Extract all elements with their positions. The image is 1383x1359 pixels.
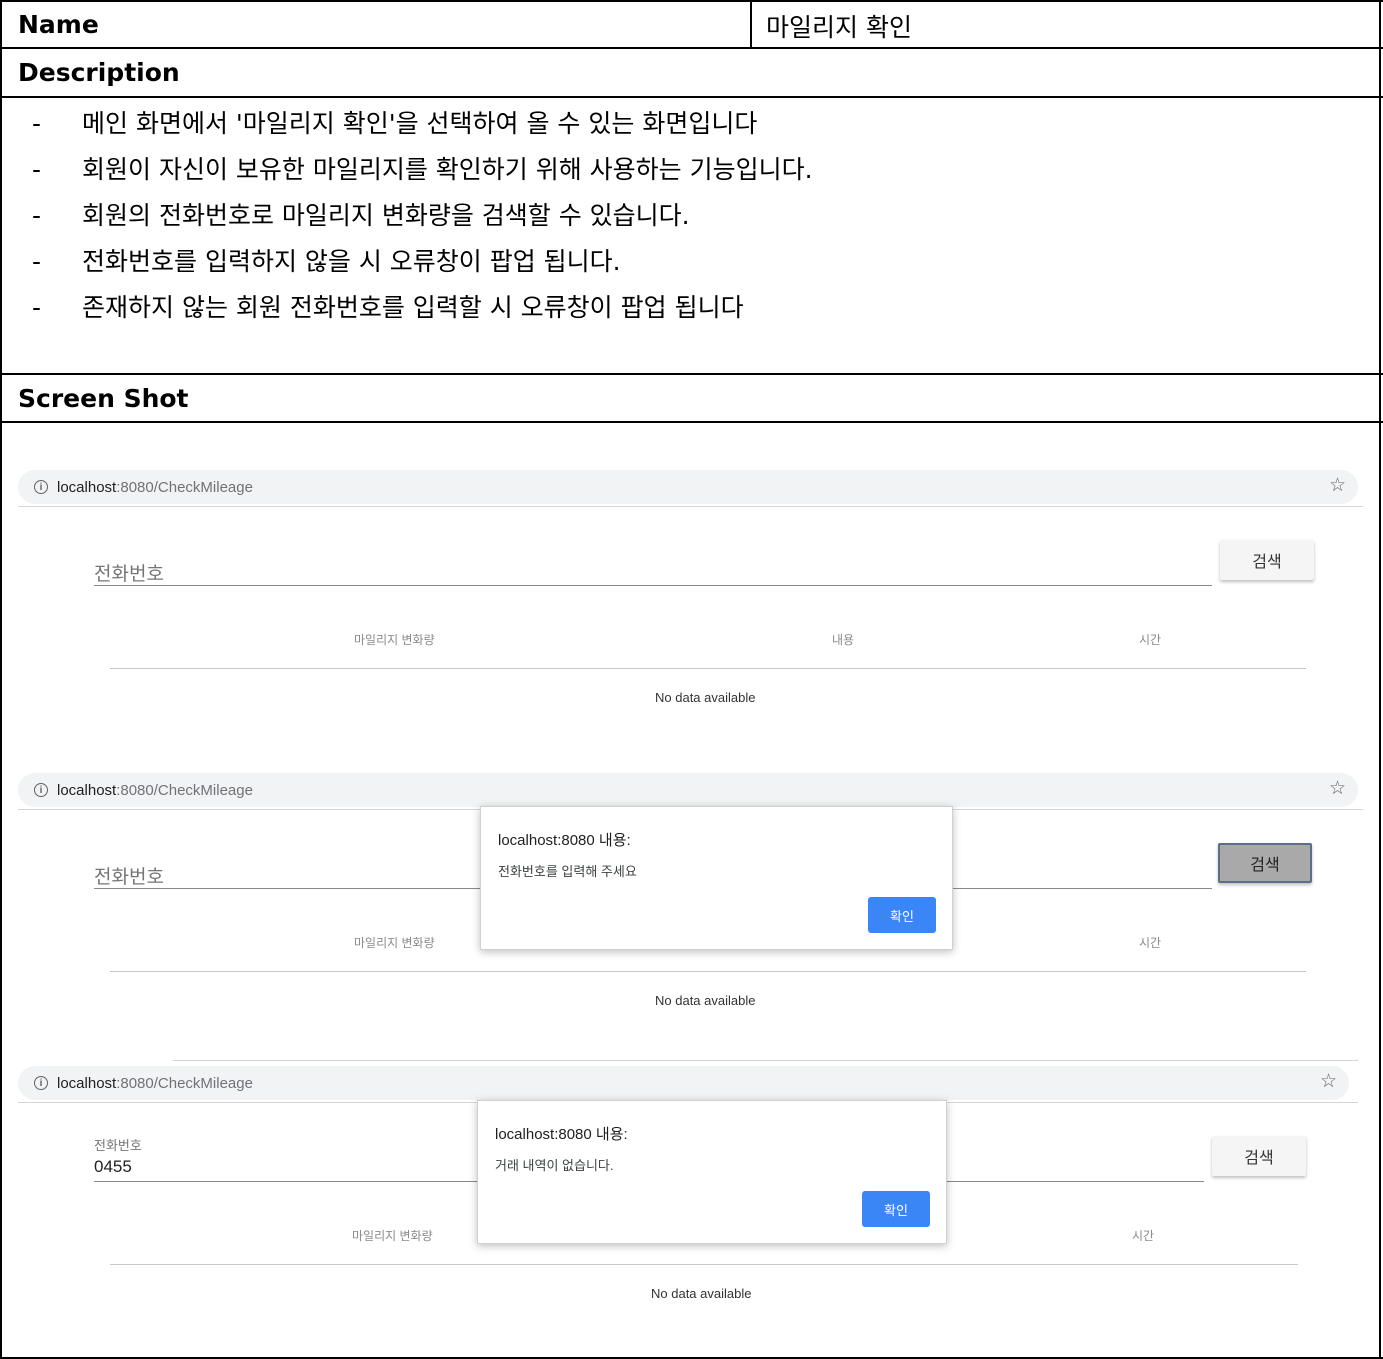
column-header-mileage-change[interactable]: 마일리지 변화량 <box>354 934 435 951</box>
url-host: localhost <box>57 781 117 799</box>
browser-separator <box>18 506 1363 507</box>
bullet-dash: - <box>32 247 42 276</box>
alert-title: localhost:8080 내용: <box>498 832 631 849</box>
url-path: :8080/CheckMileage <box>116 478 253 496</box>
screenshot-no-history-error: i localhost:8080/CheckMileage ☆ 전화번호 045… <box>18 1060 1363 1320</box>
alert-ok-button[interactable]: 확인 <box>868 897 936 933</box>
info-icon[interactable]: i <box>34 480 48 494</box>
phone-input-value[interactable]: 0455 <box>94 1157 132 1177</box>
phone-input-label: 전화번호 <box>94 564 164 585</box>
url-path: :8080/CheckMileage <box>116 781 253 799</box>
table-header-divider <box>110 668 1306 669</box>
column-header-content[interactable]: 내용 <box>832 631 854 648</box>
description-item: - 회원이 자신이 보유한 마일리지를 확인하기 위해 사용하는 기능입니다. <box>32 150 813 186</box>
screenshot-empty-phone-error: i localhost:8080/CheckMileage ☆ 전화번호 검색 … <box>18 771 1363 1021</box>
top-separator <box>173 1060 1358 1061</box>
table-divider <box>2 96 1383 98</box>
name-cell-divider <box>750 0 752 48</box>
search-button[interactable]: 검색 <box>1212 1136 1306 1176</box>
no-data-message: No data available <box>655 690 756 705</box>
description-text: 회원이 자신이 보유한 마일리지를 확인하기 위해 사용하는 기능입니다. <box>82 155 813 184</box>
phone-input-label: 전화번호 <box>94 867 164 888</box>
url-bar[interactable]: i localhost:8080/CheckMileage ☆ <box>18 470 1358 504</box>
screenshot-check-mileage-empty: i localhost:8080/CheckMileage ☆ 전화번호 검색 … <box>18 468 1363 718</box>
column-header-mileage-change[interactable]: 마일리지 변화량 <box>354 631 435 648</box>
name-value: 마일리지 확인 <box>766 13 912 42</box>
description-item: - 회원의 전화번호로 마일리지 변화량을 검색할 수 있습니다. <box>32 196 690 232</box>
name-label: Name <box>18 10 99 39</box>
info-icon[interactable]: i <box>34 1076 48 1090</box>
table-divider <box>2 421 1383 423</box>
alert-ok-button[interactable]: 확인 <box>862 1191 930 1227</box>
phone-input-label: 전화번호 <box>94 1138 142 1153</box>
screenshot-label: Screen Shot <box>18 384 189 413</box>
alert-dialog: localhost:8080 내용: 거래 내역이 없습니다. 확인 <box>477 1100 947 1244</box>
phone-input[interactable] <box>94 585 1212 586</box>
table-header-divider <box>110 971 1306 972</box>
url-host: localhost <box>57 478 117 496</box>
column-header-time[interactable]: 시간 <box>1139 631 1161 648</box>
column-header-time[interactable]: 시간 <box>1139 934 1161 951</box>
search-button[interactable]: 검색 <box>1218 843 1312 883</box>
table-divider <box>2 373 1383 375</box>
url-bar[interactable]: i localhost:8080/CheckMileage ☆ <box>18 773 1358 807</box>
description-text: 메인 화면에서 '마일리지 확인'을 선택하여 올 수 있는 화면입니다 <box>82 109 758 138</box>
description-item: - 메인 화면에서 '마일리지 확인'을 선택하여 올 수 있는 화면입니다 <box>32 104 757 140</box>
alert-title: localhost:8080 내용: <box>495 1126 628 1143</box>
bullet-dash: - <box>32 201 42 230</box>
info-icon[interactable]: i <box>34 783 48 797</box>
bullet-dash: - <box>32 109 42 138</box>
no-data-message: No data available <box>651 1286 752 1301</box>
search-button[interactable]: 검색 <box>1220 540 1314 580</box>
table-border-top <box>2 0 1383 2</box>
description-label: Description <box>18 58 180 87</box>
column-header-mileage-change[interactable]: 마일리지 변화량 <box>352 1227 433 1244</box>
table-header-divider <box>110 1264 1298 1265</box>
table-divider <box>2 47 1383 49</box>
url-host: localhost <box>57 1074 117 1092</box>
url-path: :8080/CheckMileage <box>116 1074 253 1092</box>
no-data-message: No data available <box>655 993 756 1008</box>
description-text: 존재하지 않는 회원 전화번호를 입력할 시 오류창이 팝업 됩니다 <box>82 293 744 322</box>
column-header-time[interactable]: 시간 <box>1132 1227 1154 1244</box>
spec-document: Name 마일리지 확인 Description - 메인 화면에서 '마일리지 … <box>0 0 1383 1359</box>
alert-message: 전화번호를 입력해 주세요 <box>498 864 637 879</box>
star-icon[interactable]: ☆ <box>1329 474 1346 497</box>
description-item: - 전화번호를 입력하지 않을 시 오류창이 팝업 됩니다. <box>32 242 621 278</box>
star-icon[interactable]: ☆ <box>1320 1070 1337 1093</box>
description-item: - 존재하지 않는 회원 전화번호를 입력할 시 오류창이 팝업 됩니다 <box>32 288 744 324</box>
alert-dialog: localhost:8080 내용: 전화번호를 입력해 주세요 확인 <box>480 806 953 950</box>
alert-message: 거래 내역이 없습니다. <box>495 1158 614 1173</box>
description-text: 회원의 전화번호로 마일리지 변화량을 검색할 수 있습니다. <box>82 201 690 230</box>
url-bar[interactable]: i localhost:8080/CheckMileage ☆ <box>18 1066 1349 1100</box>
bullet-dash: - <box>32 155 42 184</box>
star-icon[interactable]: ☆ <box>1329 777 1346 800</box>
bullet-dash: - <box>32 293 42 322</box>
description-text: 전화번호를 입력하지 않을 시 오류창이 팝업 됩니다. <box>82 247 621 276</box>
